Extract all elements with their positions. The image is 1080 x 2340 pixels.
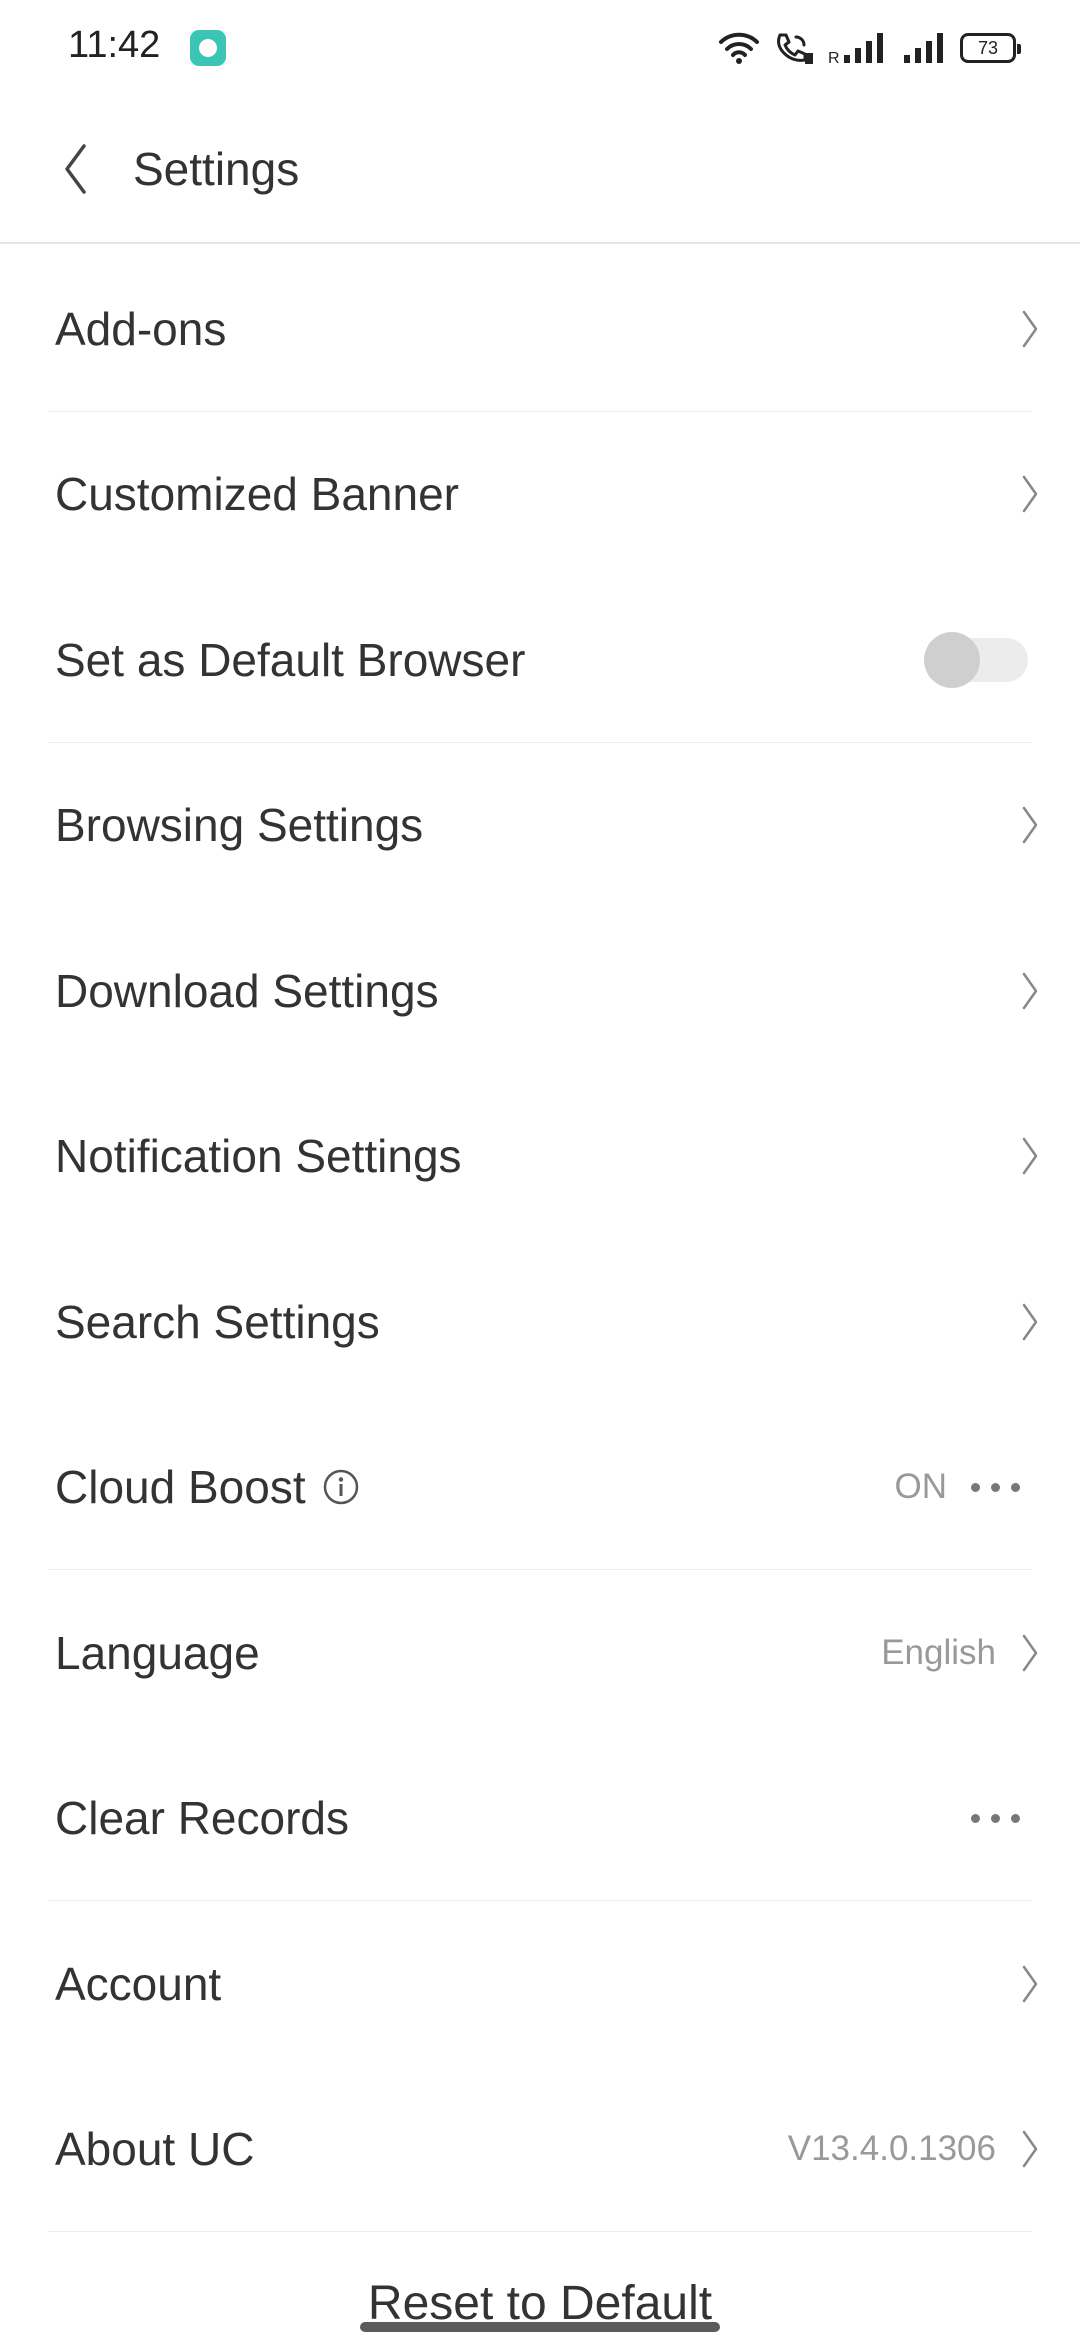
chevron-right-icon: [1020, 309, 1040, 349]
chevron-right-icon: [1020, 1302, 1040, 1342]
battery-level: 73: [977, 37, 999, 58]
chevron-right-icon: [1020, 805, 1040, 845]
status-bar: 11:42 R 73: [0, 0, 1080, 96]
settings-item-label: Browsing Settings: [55, 799, 424, 852]
settings-item-label: Cloud Boost: [55, 1461, 306, 1514]
settings-item-download-settings[interactable]: Download Settings: [0, 908, 1080, 1074]
chevron-right-icon: [1020, 1633, 1040, 1673]
chevron-right-icon: [1020, 474, 1040, 514]
version-value: V13.4.0.1306: [787, 2129, 996, 2169]
more-options-icon[interactable]: [971, 1813, 1020, 1823]
language-value: English: [881, 1632, 996, 1672]
chevron-right-icon: [1020, 971, 1040, 1011]
signal-roaming-icon: R: [828, 33, 883, 65]
settings-item-label: Add-ons: [55, 302, 227, 355]
settings-item-clear-records[interactable]: Clear Records: [0, 1736, 1080, 1902]
chevron-right-icon: [1020, 1964, 1040, 2004]
cloud-boost-status: ON: [894, 1467, 948, 1507]
toggle-knob: [924, 631, 980, 688]
settings-item-search-settings[interactable]: Search Settings: [0, 1239, 1080, 1405]
settings-item-label: Notification Settings: [55, 1130, 462, 1183]
settings-item-label: Account: [55, 1957, 222, 2010]
settings-item-add-ons[interactable]: Add-ons: [0, 246, 1080, 412]
roaming-label: R: [828, 50, 840, 65]
status-icons: R 73: [718, 28, 1021, 68]
wifi-icon: [719, 32, 759, 64]
status-time: 11:42: [68, 24, 161, 66]
wifi-calling-icon: [777, 33, 813, 64]
home-indicator[interactable]: [360, 2322, 720, 2332]
battery-icon: 73: [960, 33, 1021, 63]
settings-list: Add-ons Customized Banner Set as Default…: [0, 246, 1080, 2232]
chevron-right-icon: [1020, 2129, 1040, 2169]
settings-item-label: Clear Records: [55, 1792, 349, 1845]
settings-item-label: Set as Default Browser: [55, 633, 526, 686]
settings-item-default-browser: Set as Default Browser: [0, 577, 1080, 743]
settings-item-cloud-boost[interactable]: Cloud Boost ON: [0, 1405, 1080, 1571]
app-notification-icon: [190, 30, 226, 66]
settings-item-customized-banner[interactable]: Customized Banner: [0, 412, 1080, 578]
settings-item-about-uc[interactable]: About UC V13.4.0.1306: [0, 2067, 1080, 2233]
settings-item-browsing-settings[interactable]: Browsing Settings: [0, 743, 1080, 909]
settings-item-account[interactable]: Account: [0, 1901, 1080, 2067]
settings-screen: 11:42 R 73 Settings Add-ons Customized B…: [0, 0, 1080, 2340]
settings-item-language[interactable]: Language English: [0, 1570, 1080, 1736]
page-title: Settings: [133, 143, 300, 195]
info-icon[interactable]: [322, 1468, 360, 1506]
settings-item-label: Search Settings: [55, 1295, 380, 1348]
settings-item-label: Download Settings: [55, 964, 439, 1017]
chevron-right-icon: [1020, 1136, 1040, 1176]
default-browser-toggle[interactable]: [924, 631, 1028, 688]
signal-icon: [904, 33, 943, 63]
more-options-icon[interactable]: [971, 1482, 1020, 1492]
back-button[interactable]: [40, 134, 110, 204]
header-bar: Settings: [0, 96, 1080, 244]
chevron-left-icon: [65, 144, 86, 194]
settings-item-label: About UC: [55, 2123, 255, 2176]
settings-item-label: Language: [55, 1626, 260, 1679]
settings-item-notification-settings[interactable]: Notification Settings: [0, 1074, 1080, 1240]
settings-item-label: Customized Banner: [55, 468, 459, 521]
